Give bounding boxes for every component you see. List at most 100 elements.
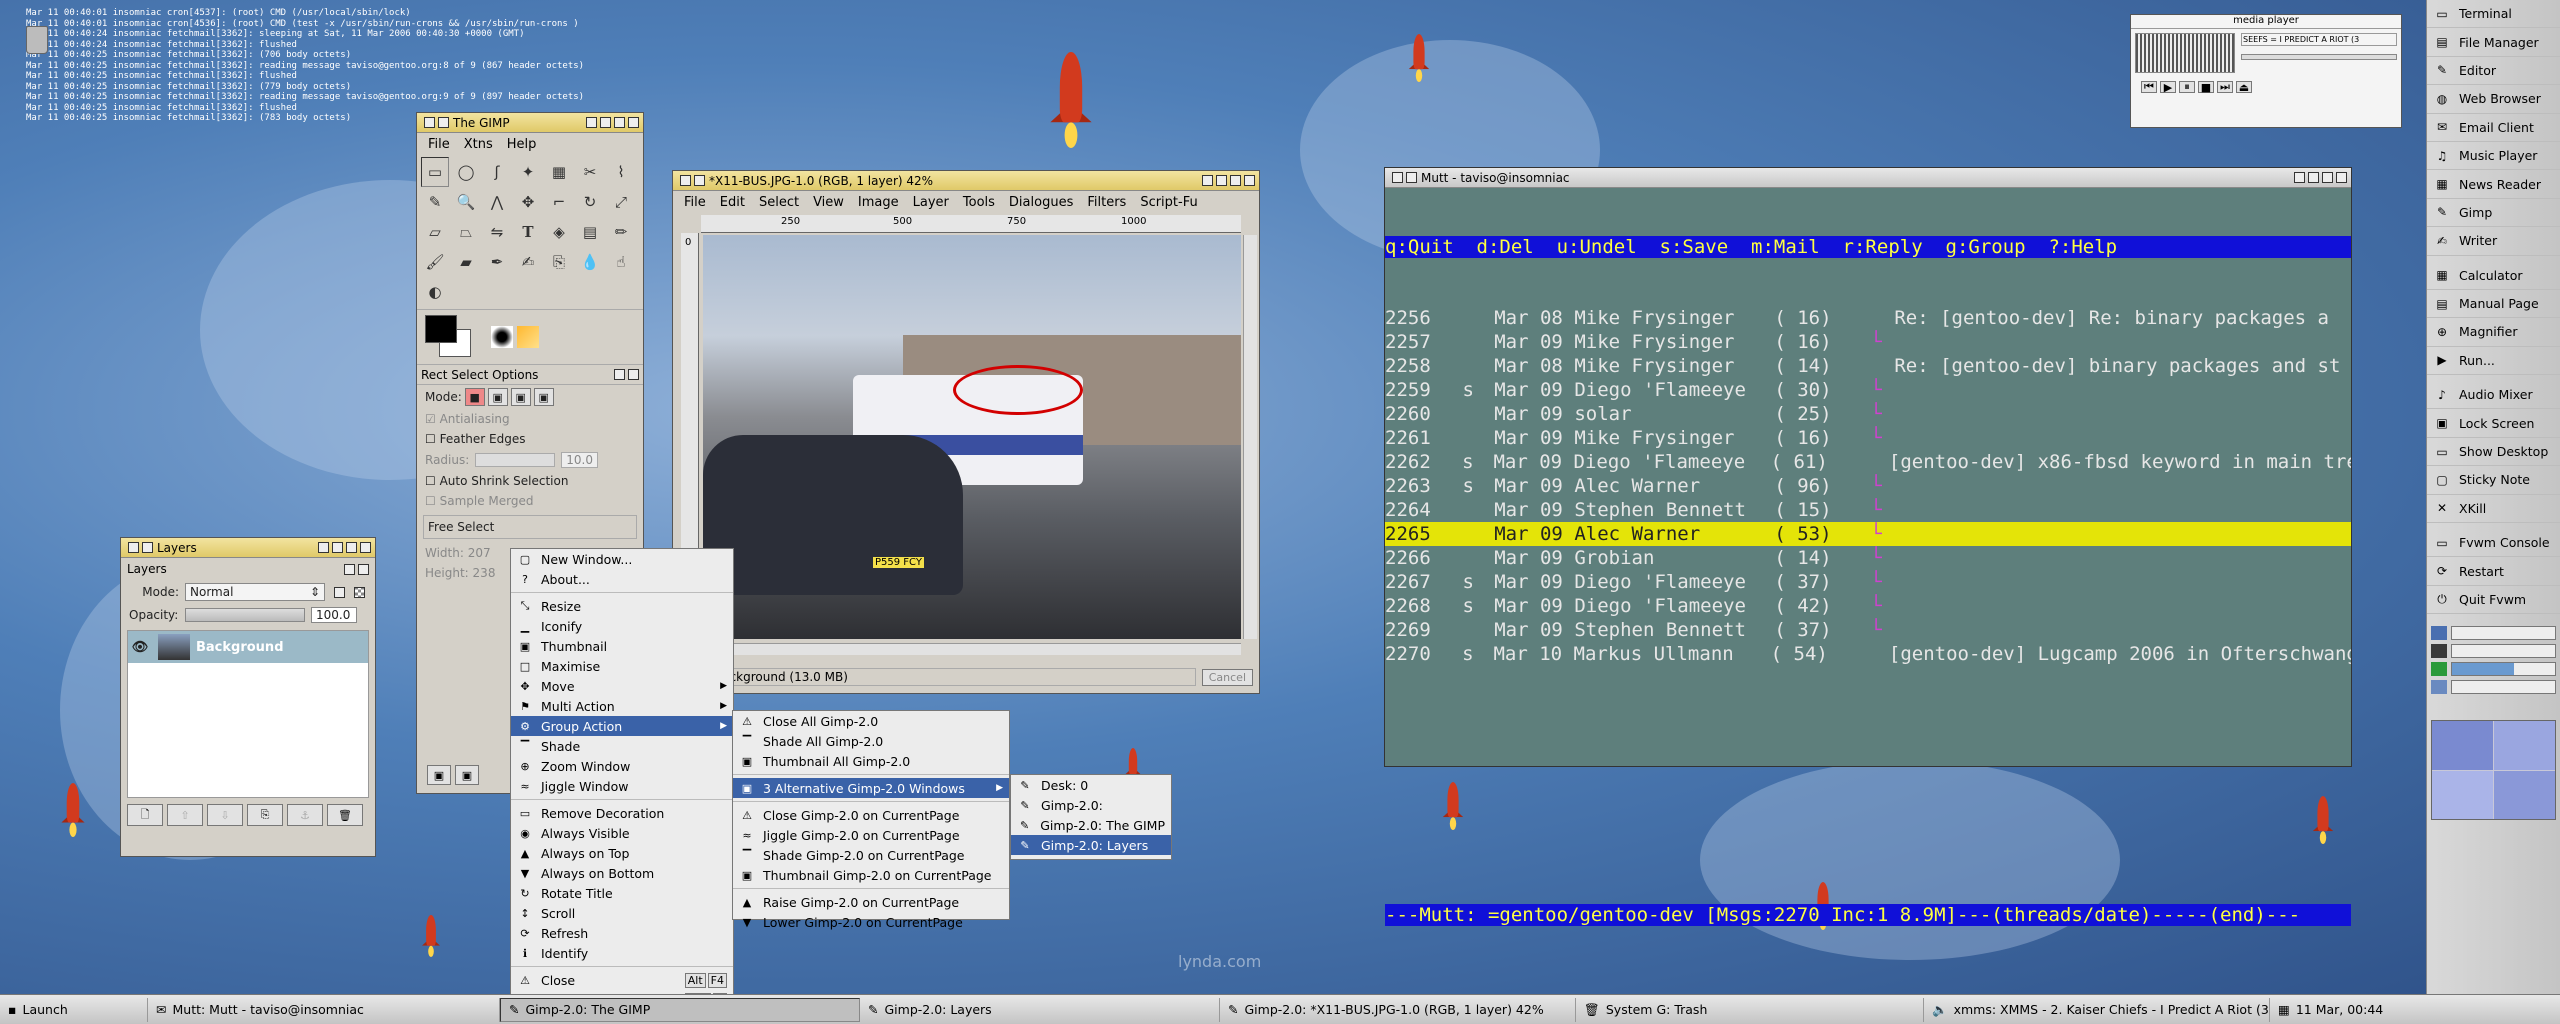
eraser-tool[interactable]: ▰ — [452, 247, 480, 277]
menu-item-close[interactable]: ⚠ Close Alt F4 — [511, 970, 733, 990]
message-row[interactable]: 2265 Mar 09 Alec Warner ( 53) └ — [1385, 522, 2351, 546]
anchor-layer-button[interactable]: ⚓ — [287, 804, 323, 826]
launcher-terminal[interactable]: ▭ Terminal — [2427, 0, 2560, 29]
message-row[interactable]: 2260 Mar 09 solar ( 25) └ — [1385, 402, 2351, 426]
seek-slider[interactable] — [2241, 54, 2397, 60]
alt-window-item[interactable]: ✎ Gimp-2.0: The GIMP — [1011, 815, 1171, 835]
raise-layer-button[interactable]: ⇧ — [167, 804, 203, 826]
alt-window-item[interactable]: ✎ Gimp-2.0: — [1011, 795, 1171, 815]
clone-tool[interactable]: ⎘ — [545, 247, 573, 277]
move-tool[interactable]: ✥ — [514, 187, 542, 217]
group-menu-item[interactable]: ⚠ Close All Gimp-2.0 — [733, 711, 1009, 731]
opacity-input[interactable]: 100.0 — [311, 607, 357, 623]
fg-bg-color-swatch[interactable] — [425, 315, 473, 359]
lower-layer-button[interactable]: ⇩ — [207, 804, 243, 826]
alt-window-item[interactable]: ✎ Desk: 0 — [1011, 775, 1171, 795]
group-menu-item[interactable]: ▲ Raise Gimp-2.0 on CurrentPage — [733, 892, 1009, 912]
menu-item-new-window[interactable]: ▢ New Window... — [511, 549, 733, 569]
color-picker-tool[interactable]: ✎ — [421, 187, 449, 217]
menu-item-thumbnail[interactable]: ▣ Thumbnail — [511, 636, 733, 656]
sticky-button[interactable] — [694, 175, 705, 186]
sticky-button[interactable] — [142, 542, 153, 553]
sticky-button[interactable] — [438, 117, 449, 128]
paintbrush-tool[interactable]: 🖌 — [421, 247, 449, 277]
launcher-run[interactable]: ▶ Run... — [2427, 347, 2560, 376]
dodge-burn-tool[interactable]: ◐ — [421, 277, 449, 307]
shade-button[interactable] — [2322, 172, 2333, 183]
antialiasing-checkbox[interactable]: ☑ — [425, 412, 436, 426]
sample-merged-checkbox[interactable]: ☐ — [425, 494, 436, 508]
menu-xtns[interactable]: Xtns — [457, 137, 500, 152]
close-button[interactable] — [2336, 172, 2347, 183]
iconify-button[interactable] — [318, 542, 329, 553]
launcher-xkill[interactable]: ✕ XKill — [2427, 495, 2560, 524]
pause-button[interactable]: ⏸ — [2179, 80, 2195, 93]
menu-item-group-action[interactable]: ⚙ Group Action ▶ — [511, 716, 733, 736]
message-row[interactable]: 2256 Mar 08 Mike Frysinger ( 16) Re: [ge… — [1385, 306, 2351, 330]
mode-subtract-button[interactable]: ▣ — [510, 388, 531, 406]
alt-window-item[interactable]: ✎ Gimp-2.0: Layers — [1011, 835, 1171, 855]
paths-tool[interactable]: ⌇ — [607, 157, 635, 187]
iconify-button[interactable] — [586, 117, 597, 128]
menu-item-zoom-window[interactable]: ⊕ Zoom Window — [511, 756, 733, 776]
window-menu-button[interactable] — [1392, 172, 1403, 183]
maximise-button[interactable] — [1216, 175, 1227, 186]
trash-icon[interactable] — [26, 26, 48, 54]
layer-name[interactable]: Background — [196, 640, 284, 655]
shade-button[interactable] — [346, 542, 357, 553]
ink-tool[interactable]: ✍ — [514, 247, 542, 277]
menu-item-rotate-title[interactable]: ↻ Rotate Title — [511, 883, 733, 903]
smudge-tool[interactable]: ☝ — [607, 247, 635, 277]
launcher-show-desktop[interactable]: ▭ Show Desktop — [2427, 438, 2560, 467]
free-select-tool[interactable]: ʃ — [483, 157, 511, 187]
iconify-button[interactable] — [1202, 175, 1213, 186]
menu-item-identify[interactable]: ℹ Identify — [511, 943, 733, 963]
launcher-sticky-note[interactable]: ▢ Sticky Note — [2427, 466, 2560, 495]
message-row[interactable]: 2269 Mar 09 Stephen Bennett ( 37) └ — [1385, 618, 2351, 642]
task-gimp-layers[interactable]: ✎ Gimp-2.0: Layers — [860, 997, 1220, 1022]
launcher-writer[interactable]: ✍ Writer — [2427, 227, 2560, 256]
alt-windows-menu[interactable]: ✎ Desk: 0 ✎ Gimp-2.0: ✎ Gimp-2.0: The GIMP ✎ Gi… — [1010, 774, 1172, 860]
group-menu-item[interactable]: ▔ Shade All Gimp-2.0 — [733, 731, 1009, 751]
window-menu-button[interactable] — [128, 542, 139, 553]
task-gimp-main[interactable]: ✎ Gimp-2.0: The GIMP — [500, 997, 860, 1022]
blend-tool[interactable]: ▤ — [576, 217, 604, 247]
menu-item-maximise[interactable]: □ Maximise — [511, 656, 733, 676]
launcher-editor[interactable]: ✎ Editor — [2427, 57, 2560, 86]
fuzzy-select-tool[interactable]: ✦ — [514, 157, 542, 187]
measure-tool[interactable]: ⋀ — [483, 187, 511, 217]
group-menu-item[interactable]: ▣ 3 Alternative Gimp-2.0 Windows ▶ — [733, 778, 1009, 798]
feather-edges-checkbox[interactable]: ☐ — [425, 432, 436, 446]
menu-help[interactable]: Help — [500, 137, 544, 152]
mutt-window[interactable]: Mutt - taviso@insomniac q:Quit d:Del u:U… — [1384, 167, 2352, 926]
task-mutt[interactable]: ✉ Mutt: Mutt - taviso@insomniac — [148, 997, 500, 1022]
vertical-scrollbar[interactable] — [1243, 235, 1257, 639]
image-window[interactable]: *X11-BUS.JPG-1.0 (RGB, 1 layer) 42% File… — [672, 170, 1260, 694]
menu-item-scroll[interactable]: ↕ Scroll — [511, 903, 733, 923]
launcher-news-reader[interactable]: ▦ News Reader — [2427, 170, 2560, 199]
image-canvas[interactable]: P559 FCY — [703, 235, 1241, 639]
message-row[interactable]: 2266 Mar 09 Grobian ( 14) └ — [1385, 546, 2351, 570]
message-row[interactable]: 2270 s Mar 10 Markus Ullmann ( 54) [gento… — [1385, 642, 2351, 666]
menu-item-resize[interactable]: ⤡ Resize — [511, 596, 733, 616]
stop-button[interactable]: ■ — [2198, 81, 2214, 94]
rect-select-tool[interactable]: ▭ — [421, 157, 449, 187]
eye-icon[interactable]: 👁 — [128, 640, 152, 655]
launcher-manual-page[interactable]: ▤ Manual Page — [2427, 290, 2560, 319]
launcher-music-player[interactable]: ♫ Music Player — [2427, 142, 2560, 171]
launcher-lock-screen[interactable]: ▣ Lock Screen — [2427, 409, 2560, 438]
eject-button[interactable]: ⏏ — [2236, 81, 2252, 94]
radius-input[interactable]: 10.0 — [561, 452, 598, 468]
launcher-magnifier[interactable]: ⊕ Magnifier — [2427, 318, 2560, 347]
mode-add-button[interactable]: ▣ — [487, 388, 508, 406]
save-options-button[interactable]: ▣ — [427, 765, 451, 785]
color-select-tool[interactable]: ▦ — [545, 157, 573, 187]
keep-transparency-toggle[interactable] — [334, 586, 345, 598]
restore-options-button[interactable]: ▣ — [455, 765, 479, 785]
group-action-menu[interactable]: ⚠ Close All Gimp-2.0 ▔ Shade All Gimp-2.0 ▣ T… — [732, 710, 1010, 930]
panel-close-button[interactable] — [628, 369, 639, 380]
launcher-calculator[interactable]: ▦ Calculator — [2427, 262, 2560, 290]
launcher-audio-mixer[interactable]: ♪ Audio Mixer — [2427, 381, 2560, 410]
menu-item-iconify[interactable]: ▁ Iconify — [511, 616, 733, 636]
zoom-tool[interactable]: 🔍 — [452, 187, 480, 217]
